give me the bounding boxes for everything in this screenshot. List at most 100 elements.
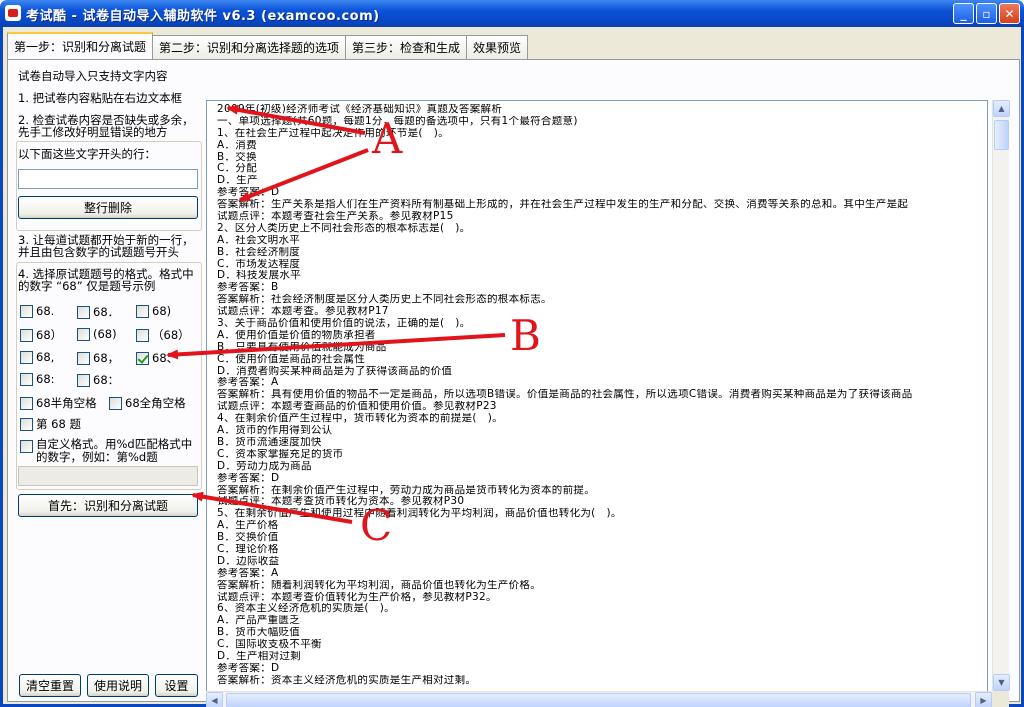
format-checkbox-7[interactable]: 68, xyxy=(20,350,54,364)
annotation-letter-a: A xyxy=(372,114,403,163)
custom-format-line1: 自定义格式。用%d匹配格式中 xyxy=(36,437,193,451)
format-checkbox-8[interactable]: 68， xyxy=(77,350,119,366)
exam-text-line: 试题点评：本题考查。参见教材P17 xyxy=(217,306,389,318)
reset-button[interactable]: 清空重置 xyxy=(19,674,81,697)
scroll-right-icon[interactable]: ▶ xyxy=(975,692,992,707)
exam-text-line: B．货币大幅贬值 xyxy=(217,627,301,639)
format-checkbox-3[interactable]: 68) xyxy=(136,304,171,318)
exam-text-area[interactable]: 2009年(初级)经济师考试《经济基础知识》真题及答案解析 一、单项选择题(共60… xyxy=(206,100,988,707)
checkbox-box[interactable] xyxy=(77,373,90,387)
exam-text-line: 答案解析：随着利润转化为平均利润，商品价值也转化为生产价格。 xyxy=(217,579,541,591)
exam-text-line: D．边际收益 xyxy=(217,555,280,567)
format-checkbox-11[interactable]: 68： xyxy=(77,372,119,388)
delete-prefix-input[interactable] xyxy=(18,169,198,189)
annotation-letter-b: B xyxy=(510,311,541,360)
tab-step3[interactable]: 第三步：检查和生成 xyxy=(345,35,468,59)
exam-text-line: 2、区分人类历史上不同社会形态的根本标志是( )。 xyxy=(217,222,471,234)
format-checkbox-4[interactable]: 68） xyxy=(20,327,62,343)
exam-text-line: 参考答案：D xyxy=(217,187,280,199)
format-checkbox-2[interactable]: 68． xyxy=(77,304,119,320)
exam-text-lines: 2009年(初级)经济师考试《经济基础知识》真题及答案解析 一、单项选择题(共60… xyxy=(217,104,983,687)
exam-text-line: 2009年(初级)经济师考试《经济基础知识》真题及答案解析 xyxy=(217,104,503,115)
tab-preview[interactable]: 效果预览 xyxy=(466,35,529,59)
exam-text-line: D．科技发展水平 xyxy=(217,270,301,282)
exam-text-line: C．理论价格 xyxy=(217,543,279,555)
checkbox-box[interactable] xyxy=(20,396,33,410)
tab-step1[interactable]: 第一步：识别和分离试题 xyxy=(7,32,154,59)
step3-text-line2: 并且由包含数字的试题题号开头 xyxy=(18,245,179,259)
recognize-split-button[interactable]: 首先：识别和分离试题 xyxy=(18,494,198,517)
checkbox-box[interactable] xyxy=(136,328,149,342)
checkbox-box[interactable] xyxy=(20,304,33,318)
vertical-scrollbar[interactable]: ▲ ▼ xyxy=(992,100,1010,691)
format-half-space-checkbox[interactable]: 68半角空格 xyxy=(20,395,97,411)
minimize-button[interactable]: _ xyxy=(953,3,974,24)
exam-text-line: 试题点评：本题考查商品的价值和使用价值。参见教材P23 xyxy=(217,401,497,413)
title-bar[interactable]: 考试酷 - 试卷自动导入辅助软件 v6.3 (examcoo.com) _ ▫ … xyxy=(0,0,1024,27)
exam-text-line: 一、单项选择题(共60题，每题1分，每题的备选项中，只有1个最符合题意) xyxy=(217,115,578,127)
exam-text-line: 参考答案：D xyxy=(217,662,280,674)
exam-text-line: D．消费者购买某种商品是为了获得该商品的价值 xyxy=(217,365,453,377)
exam-text-line: A．生产价格 xyxy=(217,520,279,532)
format-checkbox-1[interactable]: 68. xyxy=(20,304,54,318)
exam-text-line: 参考答案：A xyxy=(217,567,279,579)
exam-text-line: B．只要具有使用价值就能成为商品 xyxy=(217,341,387,353)
checkbox-box[interactable] xyxy=(77,305,90,319)
exam-text-line: 4、在剩余价值产生过程中，货币转化为资本的前提是( )。 xyxy=(217,413,503,425)
annotation-letter-c: C xyxy=(360,501,393,550)
window-client: 第一步：识别和分离试题 第二步：识别和分离选择题的选项 第三步：检查和生成 效果… xyxy=(0,27,1024,707)
format-checkbox-5[interactable]: (68) xyxy=(77,327,117,341)
exam-text-line: 试题点评：本题考查货币转化为资本。参见教材P30 xyxy=(217,496,465,508)
exam-text-line: 1、在社会生产过程中起决定作用的环节是( )。 xyxy=(217,127,449,139)
exam-text-line: B．社会经济制度 xyxy=(217,246,301,258)
exam-text-line: C．分配 xyxy=(217,163,258,175)
checkbox-box[interactable] xyxy=(20,372,33,386)
vertical-scroll-thumb[interactable] xyxy=(994,120,1009,150)
exam-text-line: A．货币的作用得到公认 xyxy=(217,425,333,437)
window-title: 考试酷 - 试卷自动导入辅助软件 v6.3 (examcoo.com) xyxy=(26,9,380,24)
step4-text-line2: 的数字 “68” 仅是题号示例 xyxy=(18,279,156,293)
exam-text-line: B．交换价值 xyxy=(217,532,279,544)
format-full-space-checkbox[interactable]: 68全角空格 xyxy=(109,395,186,411)
checkbox-box[interactable] xyxy=(77,351,90,365)
exam-text-line: C．使用价值是商品的社会属性 xyxy=(217,353,366,365)
checkbox-box[interactable] xyxy=(20,350,33,364)
format-checkbox-9[interactable]: 68、 xyxy=(136,350,178,366)
step2-text-line2: 先手工修改好明显错误的地方 xyxy=(18,125,168,139)
settings-button[interactable]: 设置 xyxy=(155,674,198,697)
format-checkbox-10[interactable]: 68: xyxy=(20,372,55,386)
checkbox-box[interactable] xyxy=(20,417,33,431)
checkbox-box[interactable] xyxy=(109,396,122,410)
checkbox-box[interactable] xyxy=(77,327,90,341)
exam-text-line: A．产品严重匮乏 xyxy=(217,615,301,627)
exam-text-line: B．货币流通速度加快 xyxy=(217,436,322,448)
exam-text-line: A．社会文明水平 xyxy=(217,234,301,246)
exam-text-line: C．资本家掌握充足的货币 xyxy=(217,448,344,460)
delete-lines-button[interactable]: 整行删除 xyxy=(18,196,198,219)
exam-text-line: 试题点评：本题考查社会生产关系。参见教材P15 xyxy=(217,211,454,223)
exam-text-line: 6、资本主义经济危机的实质是( )。 xyxy=(217,603,395,615)
checkbox-box[interactable] xyxy=(136,304,149,318)
horizontal-scroll-thumb[interactable] xyxy=(226,693,971,707)
exam-text-line: 答案解析：生产关系是指人们在生产资料所有制基础上形成的，并在社会生产过程中发生的… xyxy=(217,199,909,211)
horizontal-scrollbar[interactable]: ◀ ▶ xyxy=(206,691,992,707)
checkbox-box-checked[interactable] xyxy=(136,351,149,365)
help-button[interactable]: 使用说明 xyxy=(87,674,149,697)
exam-text-line: 答案解析：资本主义经济危机的实质是生产相对过剩。 xyxy=(217,674,477,686)
tab-step2[interactable]: 第二步：识别和分离选择题的选项 xyxy=(152,35,347,59)
custom-format-checkbox[interactable]: 自定义格式。用%d匹配格式中 的数字，例如：第%d题 xyxy=(20,438,192,464)
close-button[interactable]: ✕ xyxy=(999,3,1020,24)
scroll-up-icon[interactable]: ▲ xyxy=(993,100,1010,117)
maximize-button[interactable]: ▫ xyxy=(976,3,997,24)
format-checkbox-6[interactable]: （68） xyxy=(136,327,190,343)
scroll-left-icon[interactable]: ◀ xyxy=(206,692,223,707)
tab-page-step1: 试卷自动导入只支持文字内容 1. 把试卷内容粘贴在右边文本框 2. 检查试卷内容… xyxy=(7,59,1020,707)
exam-text-line: 答案解析：在剩余价值产生过程中，劳动力成为商品是货币转化为资本的前提。 xyxy=(217,484,595,496)
checkbox-box[interactable] xyxy=(20,440,33,453)
scroll-down-icon[interactable]: ▼ xyxy=(993,674,1010,691)
exam-text-line: 参考答案：A xyxy=(217,377,279,389)
scrollbar-corner xyxy=(992,691,1009,707)
checkbox-box[interactable] xyxy=(20,328,33,342)
custom-format-input[interactable] xyxy=(18,466,198,486)
format-di-ti-checkbox[interactable]: 第 68 题 xyxy=(20,416,81,432)
